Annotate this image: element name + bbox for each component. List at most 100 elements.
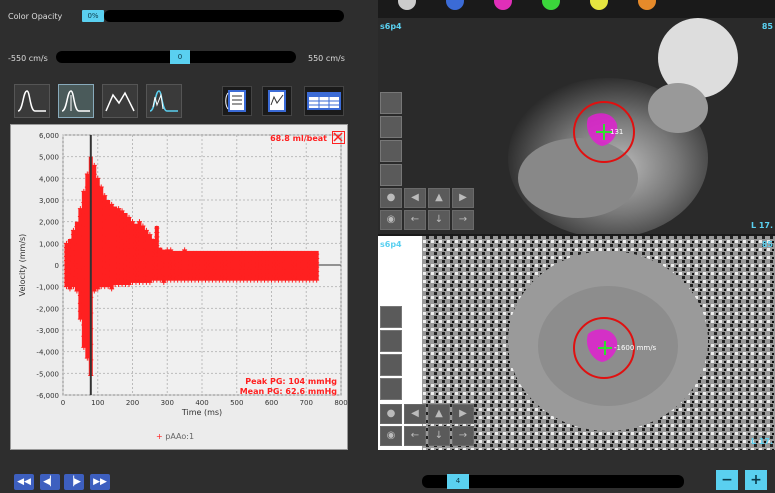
curve-mode-4-button[interactable] [146, 84, 182, 118]
y-tick-label: 5,000 [39, 154, 59, 162]
curve-report-button[interactable] [262, 86, 292, 116]
curve-mode-3-button[interactable] [102, 84, 138, 118]
shift-left-button[interactable]: ← [404, 210, 426, 230]
roi-top-value: 131 [610, 128, 624, 136]
shift-down-button[interactable]: ↓ [428, 210, 450, 230]
y-tick-label: -2,000 [36, 305, 59, 313]
curve-scatter-icon [149, 90, 178, 112]
y-tick-label: -5,000 [36, 370, 59, 378]
x-tick-label: 600 [265, 399, 278, 407]
roi-bottom-value: -1600 mm/s [614, 344, 657, 352]
x-tick-label: 500 [230, 399, 243, 407]
rotate-button[interactable]: ◉ [380, 210, 402, 230]
last-frame-button[interactable]: ▶▶ [90, 474, 110, 490]
report-icon [225, 90, 246, 112]
close-readout-icon[interactable] [332, 131, 345, 144]
velocity-max-label: 550 cm/s [308, 54, 345, 63]
curve-peak-icon [105, 91, 135, 112]
report-button[interactable] [222, 86, 252, 116]
curve-mode-1-button[interactable] [14, 84, 50, 118]
legend-label: pAAo:1 [165, 432, 195, 441]
velocity-chart: 6,000 5,000 4,000 3,000 2,000 1,000 0 -1,000 -2,… [18, 132, 348, 417]
flow-readout: 68.8 ml/beat [270, 134, 327, 143]
chart-legend: + pAAo:1 [156, 432, 194, 441]
velocity-min-label: -550 cm/s [8, 54, 48, 63]
first-frame-button[interactable]: ◀◀ [14, 474, 34, 490]
x-tick-label: 300 [161, 399, 174, 407]
table-button[interactable] [304, 86, 344, 116]
palette-color-4-button[interactable] [542, 0, 560, 10]
palette-color-2-button[interactable] [446, 0, 464, 10]
bottom-corner-label: L 17. [750, 437, 773, 446]
velocity-slider-thumb[interactable]: 0 [170, 50, 190, 64]
rotate-2-button[interactable]: ◉ [380, 426, 402, 446]
y-tick-label: 2,000 [39, 219, 59, 227]
y-tick-label: -6,000 [36, 392, 59, 400]
x-tick-label: 700 [300, 399, 313, 407]
y-tick-label: 4,000 [39, 175, 59, 183]
x-tick-label: 100 [91, 399, 104, 407]
nav-right-button[interactable]: ▶ [452, 188, 474, 208]
zoom-in-button[interactable]: + [745, 470, 767, 490]
nav-left-button[interactable]: ◀ [404, 188, 426, 208]
top-corner-label: L 17. [750, 221, 773, 230]
legend-marker-icon: + [156, 432, 163, 441]
zoom-out-button[interactable]: − [716, 470, 738, 490]
y-tick-label: 0 [55, 262, 59, 270]
curve-report-icon [268, 90, 286, 112]
edit-tool-1-button[interactable] [380, 92, 402, 114]
nav-up-button[interactable]: ▲ [428, 188, 450, 208]
peak-pg-label: Peak PG: 104 mmHg [245, 377, 337, 386]
next-frame-button[interactable]: ▕▶ [64, 474, 84, 490]
nav-right-2-button[interactable]: ▶ [452, 404, 474, 424]
prev-frame-button[interactable]: ◀▏ [40, 474, 60, 490]
y-tick-label: -4,000 [36, 349, 59, 357]
color-palette [378, 0, 775, 14]
x-tick-label: 800 [334, 399, 347, 407]
x-tick-label: 200 [126, 399, 139, 407]
palette-color-5-button[interactable] [590, 0, 608, 10]
y-tick-label: -1,000 [36, 284, 59, 292]
curve-flow-fill-icon [61, 90, 90, 112]
y-tick-label: 6,000 [39, 132, 59, 140]
top-right-label: 85 [761, 22, 773, 31]
palette-color-1-button[interactable] [398, 0, 416, 10]
edit-tool-4-button[interactable] [380, 164, 402, 186]
edit-tool-5-button[interactable] [380, 306, 402, 328]
y-tick-label: 1,000 [39, 240, 59, 248]
edit-tool-7-button[interactable] [380, 354, 402, 376]
edit-tool-6-button[interactable] [380, 330, 402, 352]
color-opacity-thumb[interactable]: 0% [82, 10, 104, 22]
edit-tool-2-button[interactable] [380, 116, 402, 138]
data-column [314, 250, 320, 283]
color-opacity-slider[interactable] [104, 10, 344, 22]
bottom-series-label: s6p4 [380, 240, 402, 249]
nav-up-2-button[interactable]: ▲ [428, 404, 450, 424]
nav-left-2-button[interactable]: ◀ [404, 404, 426, 424]
palette-color-6-button[interactable] [638, 0, 656, 10]
y-axis-label: Velocity (mm/s) [18, 234, 27, 297]
center-dot-button[interactable]: ● [380, 188, 402, 208]
x-axis-label: Time (ms) [181, 408, 222, 417]
shift-down-2-button[interactable]: ↓ [428, 426, 450, 446]
edit-tool-8-button[interactable] [380, 378, 402, 400]
top-series-label: s6p4 [380, 22, 402, 31]
y-tick-label: 3,000 [39, 197, 59, 205]
y-tick-label: -3,000 [36, 327, 59, 335]
bottom-right-label: 85 [761, 240, 773, 249]
table-icon [307, 92, 341, 110]
shift-right-button[interactable]: → [452, 210, 474, 230]
edit-tool-3-button[interactable] [380, 140, 402, 162]
shift-right-2-button[interactable]: → [452, 426, 474, 446]
mean-pg-label: Mean PG: 62.6 mmHg [239, 387, 337, 396]
color-opacity-label: Color Opacity [8, 12, 63, 21]
velocity-chart-panel: 6,000 5,000 4,000 3,000 2,000 1,000 0 -1,000 -2,… [10, 124, 348, 450]
frame-slider-thumb[interactable]: 4 [447, 474, 469, 489]
palette-color-3-button[interactable] [494, 0, 512, 10]
shift-left-2-button[interactable]: ← [404, 426, 426, 446]
x-tick-label: 400 [195, 399, 208, 407]
curve-mode-2-button[interactable] [58, 84, 94, 118]
curve-flow-icon [17, 90, 46, 112]
center-dot-2-button[interactable]: ● [380, 404, 402, 424]
x-tick-label: 0 [61, 399, 65, 407]
